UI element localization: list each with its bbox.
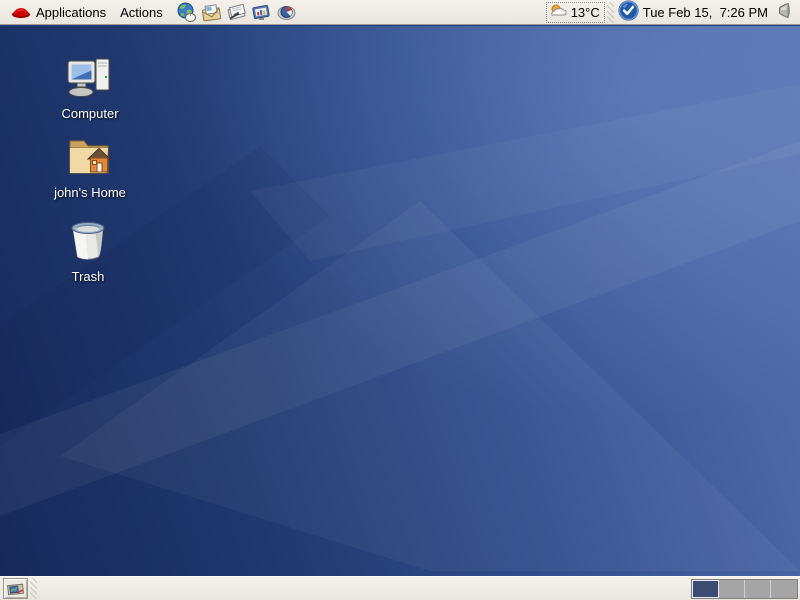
actions-menu-label: Actions	[120, 5, 163, 20]
word-processor-launcher-icon[interactable]	[226, 1, 248, 23]
workspace-cell-4[interactable]	[771, 580, 797, 598]
workspace-cell-2[interactable]	[719, 580, 745, 598]
desktop[interactable]: Computer john's Home	[0, 26, 800, 576]
trash-icon	[33, 217, 143, 266]
panel-launchers	[176, 1, 298, 23]
show-desktop-button[interactable]	[3, 578, 28, 599]
desktop-icon-trash[interactable]: Trash	[33, 217, 143, 284]
workspace-cell-3[interactable]	[745, 580, 771, 598]
top-panel: Applications Actions	[0, 0, 800, 25]
clock[interactable]: Tue Feb 15, 7:26 PM	[643, 5, 774, 20]
actions-menu[interactable]: Actions	[113, 1, 170, 24]
presentation-launcher-icon[interactable]	[251, 1, 273, 23]
home-folder-icon	[35, 133, 145, 182]
email-launcher-icon[interactable]	[201, 1, 223, 23]
desktop-icon-label: Trash	[72, 269, 105, 284]
redhat-logo-icon	[11, 2, 31, 23]
desktop-icon-label: Computer	[61, 106, 118, 121]
bottom-panel	[0, 576, 800, 600]
web-browser-launcher-icon[interactable]	[176, 1, 198, 23]
desktop-icon-home[interactable]: john's Home	[35, 133, 145, 200]
show-desktop-icon	[7, 581, 25, 596]
applet-drag-handle[interactable]	[607, 2, 614, 23]
weather-cloud-icon	[549, 3, 569, 22]
workspace-cell-1[interactable]	[692, 580, 719, 598]
window-list-handle[interactable]	[30, 578, 37, 599]
weather-applet[interactable]: 13°C	[546, 2, 605, 23]
desktop-icon-label: john's Home	[54, 185, 126, 200]
update-notifier-icon[interactable]	[618, 0, 639, 24]
applications-menu-label: Applications	[36, 5, 106, 20]
workspace-switcher[interactable]	[691, 579, 798, 599]
computer-icon	[35, 54, 145, 103]
volume-icon[interactable]	[776, 2, 792, 22]
spreadsheet-launcher-icon[interactable]	[276, 1, 298, 23]
desktop-icon-computer[interactable]: Computer	[35, 54, 145, 121]
applications-menu[interactable]: Applications	[4, 1, 113, 24]
weather-temperature: 13°C	[571, 5, 600, 20]
